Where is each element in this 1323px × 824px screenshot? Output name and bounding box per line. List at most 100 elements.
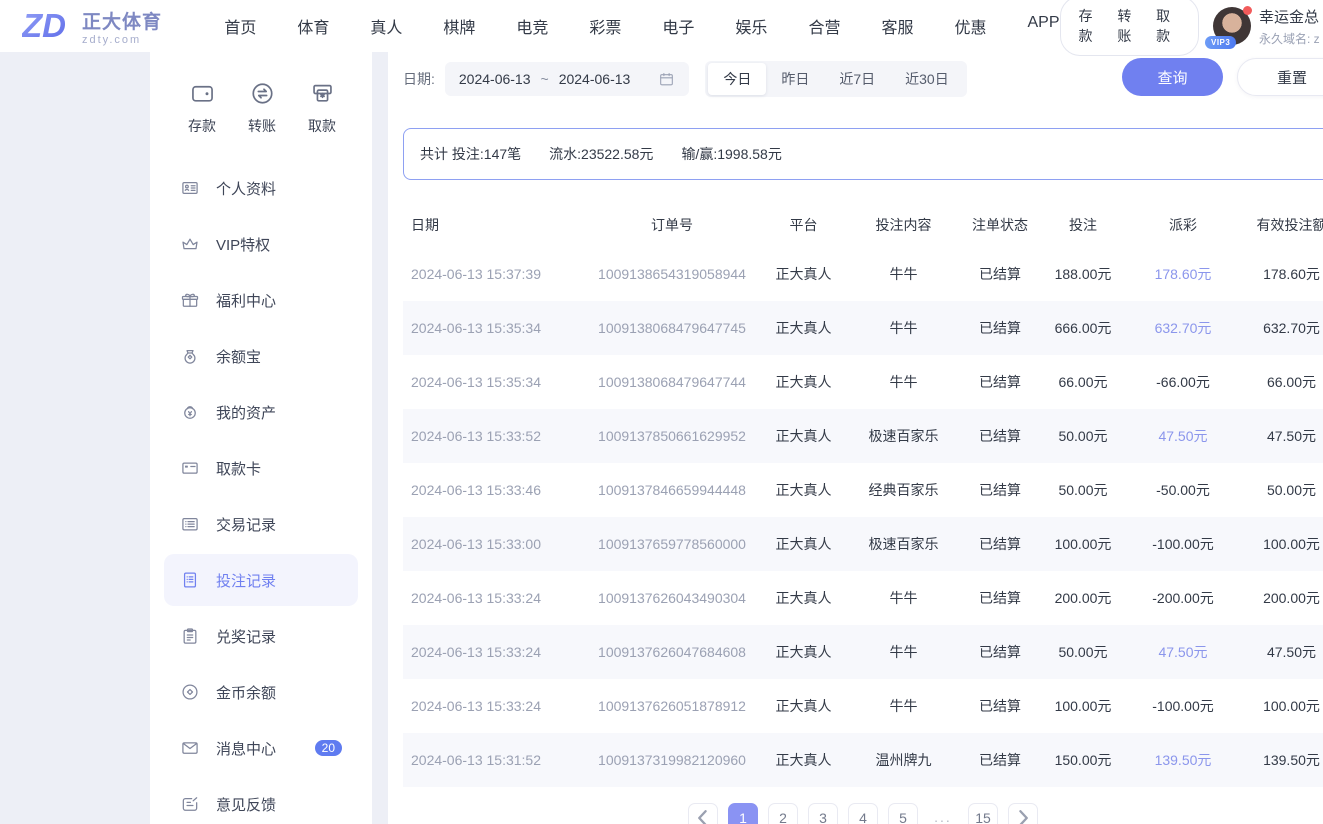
feedback-icon bbox=[180, 794, 200, 814]
nav-item-2[interactable]: 真人 bbox=[370, 14, 402, 38]
sidebar-item-gift[interactable]: 福利中心 bbox=[164, 274, 358, 326]
sidebar-item-label: 投注记录 bbox=[216, 570, 276, 591]
table-row[interactable]: 2024-06-13 15:31:521009137319982120960正大… bbox=[403, 733, 1323, 787]
table-row[interactable]: 2024-06-13 15:33:241009137626043490304正大… bbox=[403, 571, 1323, 625]
nav-item-4[interactable]: 电竞 bbox=[516, 14, 548, 38]
cell-platform: 正大真人 bbox=[756, 426, 851, 446]
cell-payout: -100.00元 bbox=[1122, 696, 1244, 716]
sidebar-item-crown[interactable]: VIP特权 bbox=[164, 218, 358, 270]
cell-date: 2024-06-13 15:33:52 bbox=[403, 428, 588, 444]
cell-valid: 632.70元 bbox=[1244, 318, 1323, 338]
table-row[interactable]: 2024-06-13 15:33:461009137846659944448正大… bbox=[403, 463, 1323, 517]
cell-date: 2024-06-13 15:33:46 bbox=[403, 482, 588, 498]
page-button-1[interactable]: 1 bbox=[728, 803, 758, 824]
quick-action-wallet[interactable]: 存款 bbox=[188, 80, 216, 136]
cell-valid: 50.00元 bbox=[1244, 480, 1323, 500]
header-quick-link-0[interactable]: 存款 bbox=[1079, 6, 1103, 46]
cell-content: 牛牛 bbox=[851, 264, 956, 284]
page-button-4[interactable]: 4 bbox=[848, 803, 878, 824]
table-row[interactable]: 2024-06-13 15:35:341009138068479647745正大… bbox=[403, 301, 1323, 355]
table-row[interactable]: 2024-06-13 15:33:521009137850661629952正大… bbox=[403, 409, 1323, 463]
brand-logo-icon: ZD bbox=[22, 7, 74, 45]
transfer-icon bbox=[249, 80, 276, 107]
clipboard-icon bbox=[180, 626, 200, 646]
notification-dot bbox=[1243, 6, 1252, 15]
cell-order: 1009137626043490304 bbox=[588, 590, 756, 606]
nav-item-8[interactable]: 合营 bbox=[808, 14, 840, 38]
vip-badge: VIP3 bbox=[1205, 36, 1236, 49]
quick-action-withdraw[interactable]: 取款 bbox=[308, 80, 336, 136]
date-separator: ~ bbox=[541, 71, 549, 87]
sidebar-item-bank-card[interactable]: 取款卡 bbox=[164, 442, 358, 494]
sidebar-item-clipboard[interactable]: 兑奖记录 bbox=[164, 610, 358, 662]
date-range-input[interactable]: 2024-06-13 ~ 2024-06-13 bbox=[445, 62, 689, 96]
reset-button[interactable]: 重置 bbox=[1237, 58, 1323, 96]
sidebar-item-coin[interactable]: 金币余额 bbox=[164, 666, 358, 718]
column-header-0: 日期 bbox=[403, 215, 588, 235]
nav-item-1[interactable]: 体育 bbox=[297, 14, 329, 38]
page-button-2[interactable]: 2 bbox=[768, 803, 798, 824]
nav-item-5[interactable]: 彩票 bbox=[589, 14, 621, 38]
table-row[interactable]: 2024-06-13 15:35:341009138068479647744正大… bbox=[403, 355, 1323, 409]
page-prev-button[interactable] bbox=[688, 803, 718, 824]
header-quick-link-2[interactable]: 取款 bbox=[1156, 6, 1180, 46]
cell-status: 已结算 bbox=[956, 588, 1044, 608]
table-row[interactable]: 2024-06-13 15:33:241009137626051878912正大… bbox=[403, 679, 1323, 733]
cell-order: 1009138068479647745 bbox=[588, 320, 756, 336]
nav-item-7[interactable]: 娱乐 bbox=[735, 14, 767, 38]
cell-order: 1009137319982120960 bbox=[588, 752, 756, 768]
sidebar-item-purse[interactable]: 我的资产 bbox=[164, 386, 358, 438]
cell-payout: 178.60元 bbox=[1122, 264, 1244, 284]
cell-platform: 正大真人 bbox=[756, 534, 851, 554]
nav-item-10[interactable]: 优惠 bbox=[954, 14, 986, 38]
cell-bet: 200.00元 bbox=[1044, 588, 1122, 608]
cell-payout: -66.00元 bbox=[1122, 372, 1244, 392]
nav-item-9[interactable]: 客服 bbox=[881, 14, 913, 38]
sidebar-item-bet-record[interactable]: 投注记录 bbox=[164, 554, 358, 606]
cell-content: 牛牛 bbox=[851, 588, 956, 608]
page-button-5[interactable]: 5 bbox=[888, 803, 918, 824]
page-button-3[interactable]: 3 bbox=[808, 803, 838, 824]
page-button-15[interactable]: 15 bbox=[968, 803, 998, 824]
table-row[interactable]: 2024-06-13 15:33:241009137626047684608正大… bbox=[403, 625, 1323, 679]
brand-logo[interactable]: ZD 正大体育 zdty.com bbox=[22, 7, 184, 46]
cell-order: 1009138654319058944 bbox=[588, 266, 756, 282]
header-quick-link-1[interactable]: 转账 bbox=[1117, 6, 1141, 46]
sidebar-item-mail[interactable]: 消息中心20 bbox=[164, 722, 358, 774]
quick-action-transfer[interactable]: 转账 bbox=[248, 80, 276, 136]
sidebar-item-feedback[interactable]: 意见反馈 bbox=[164, 778, 358, 824]
cell-valid: 178.60元 bbox=[1244, 264, 1323, 284]
user-info[interactable]: VIP3 幸运金总 永久域名: z bbox=[1213, 6, 1323, 47]
nav-item-0[interactable]: 首页 bbox=[224, 14, 256, 38]
quick-range-2[interactable]: 近7日 bbox=[824, 63, 890, 95]
cell-payout: -200.00元 bbox=[1122, 588, 1244, 608]
quick-range-3[interactable]: 近30日 bbox=[890, 63, 964, 95]
crown-icon bbox=[180, 234, 200, 254]
search-button[interactable]: 查询 bbox=[1122, 58, 1223, 96]
gift-icon bbox=[180, 290, 200, 310]
nav-item-3[interactable]: 棋牌 bbox=[443, 14, 475, 38]
cell-payout: 47.50元 bbox=[1122, 426, 1244, 446]
sidebar-item-id-card[interactable]: 个人资料 bbox=[164, 162, 358, 214]
cell-valid: 139.50元 bbox=[1244, 750, 1323, 770]
cell-valid: 47.50元 bbox=[1244, 426, 1323, 446]
page-next-button[interactable] bbox=[1008, 803, 1038, 824]
sidebar-item-transaction-list[interactable]: 交易记录 bbox=[164, 498, 358, 550]
table-row[interactable]: 2024-06-13 15:33:001009137659778560000正大… bbox=[403, 517, 1323, 571]
id-card-icon bbox=[180, 178, 200, 198]
quick-range-1[interactable]: 昨日 bbox=[766, 63, 824, 95]
header-right: 存款转账取款 VIP3 幸运金总 永久域名: z bbox=[1060, 0, 1323, 56]
date-label: 日期: bbox=[403, 69, 435, 89]
cell-status: 已结算 bbox=[956, 318, 1044, 338]
cell-order: 1009137626051878912 bbox=[588, 698, 756, 714]
table-row[interactable]: 2024-06-13 15:37:391009138654319058944正大… bbox=[403, 247, 1323, 301]
pagination: 12345...15 bbox=[403, 803, 1323, 824]
chevron-left-icon bbox=[689, 804, 717, 824]
calendar-icon[interactable] bbox=[658, 71, 675, 88]
quick-action-label: 取款 bbox=[308, 116, 336, 136]
nav-item-11[interactable]: APP bbox=[1027, 14, 1059, 38]
nav-item-6[interactable]: 电子 bbox=[662, 14, 694, 38]
cell-date: 2024-06-13 15:33:24 bbox=[403, 590, 588, 606]
quick-range-0[interactable]: 今日 bbox=[708, 63, 766, 95]
sidebar-item-pouch[interactable]: 余额宝 bbox=[164, 330, 358, 382]
